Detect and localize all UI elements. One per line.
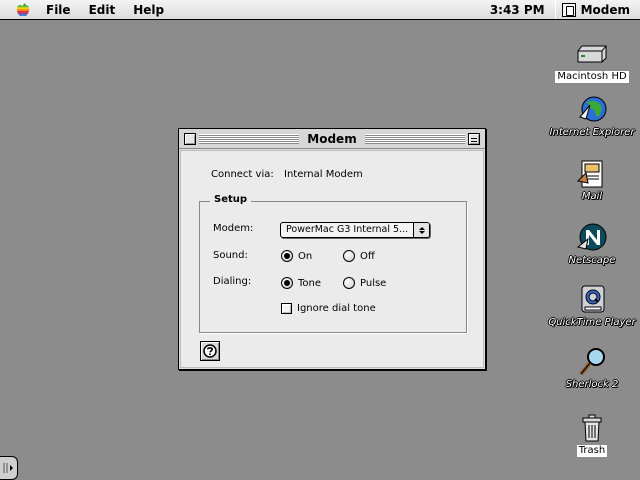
- window-title: Modem: [299, 131, 365, 146]
- connect-via-label: Connect via:: [211, 169, 274, 180]
- hard-drive-icon: [577, 45, 607, 63]
- apple-menu-icon[interactable]: [14, 2, 32, 17]
- sound-off-label: Off: [360, 250, 375, 262]
- help-button[interactable]: [200, 341, 220, 361]
- close-box-button[interactable]: [184, 133, 196, 145]
- menu-bar: File Edit Help 3:43 PM Modem: [0, 0, 640, 20]
- desktop-icon-quicktime-player[interactable]: QuickTime Player: [542, 284, 640, 329]
- netscape-icon: [576, 223, 607, 251]
- desktop-icon-label: Macintosh HD: [555, 71, 629, 83]
- desktop-icon-macintosh-hd[interactable]: Macintosh HD: [542, 38, 640, 83]
- desktop-icon-label: Trash: [576, 445, 608, 457]
- menu-help[interactable]: Help: [131, 3, 166, 17]
- sound-on-radio[interactable]: On: [281, 250, 312, 262]
- application-menu-label: Modem: [580, 2, 630, 17]
- radio-selected-icon: [281, 277, 293, 289]
- globe-icon: [579, 96, 607, 122]
- radio-selected-icon: [281, 250, 293, 262]
- menu-edit[interactable]: Edit: [87, 3, 118, 17]
- menu-clock[interactable]: 3:43 PM: [490, 3, 545, 17]
- setup-group-title: Setup: [210, 194, 252, 205]
- dialing-pulse-label: Pulse: [360, 277, 387, 289]
- modem-popup-menu[interactable]: PowerMac G3 Internal 5...: [280, 222, 430, 238]
- desktop-icon-sherlock-2[interactable]: Sherlock 2: [542, 346, 640, 391]
- window-content: Connect via: Internal Modem Setup Modem:…: [180, 150, 484, 368]
- desktop-icon-label: Netscape: [568, 255, 616, 266]
- window-titlebar[interactable]: Modem: [179, 129, 485, 149]
- sound-on-label: On: [298, 250, 313, 262]
- chevron-updown-icon: [413, 223, 429, 237]
- connect-via-value[interactable]: Internal Modem: [284, 169, 363, 180]
- desktop-icon-trash[interactable]: Trash: [542, 412, 640, 457]
- checkbox-box: [281, 303, 292, 314]
- collapse-box-button[interactable]: [468, 133, 480, 145]
- modem-app-icon: [561, 2, 576, 17]
- dialing-tone-radio[interactable]: Tone: [281, 277, 321, 289]
- ignore-dial-tone-label: Ignore dial tone: [297, 303, 376, 314]
- modem-label: Modem:: [213, 223, 254, 234]
- setup-group: Setup Modem: PowerMac G3 Internal 5... S…: [199, 194, 467, 333]
- desktop-icon-mail[interactable]: Mail: [542, 158, 640, 203]
- help-question-icon: [203, 344, 217, 358]
- sound-off-radio[interactable]: Off: [343, 250, 375, 262]
- radio-unselected-icon: [343, 250, 355, 262]
- menu-file[interactable]: File: [44, 3, 73, 17]
- dialing-pulse-radio[interactable]: Pulse: [343, 277, 386, 289]
- menu-separator: [554, 0, 556, 19]
- dialing-tone-label: Tone: [298, 277, 322, 289]
- desktop-icon-label: QuickTime Player: [548, 317, 636, 328]
- control-strip-tab[interactable]: [0, 456, 18, 480]
- desktop-icon-label: Internet Explorer: [549, 127, 635, 138]
- desktop-icon-label: Sherlock 2: [565, 379, 619, 390]
- radio-unselected-icon: [343, 277, 355, 289]
- sound-label: Sound:: [213, 250, 248, 261]
- control-strip-handle-icon: [3, 463, 13, 473]
- desktop-icon-internet-explorer[interactable]: Internet Explorer: [542, 94, 640, 139]
- modem-window: Modem Connect via: Internal Modem Setup …: [178, 128, 486, 370]
- quicktime-icon: [581, 285, 605, 313]
- modem-popup-value: PowerMac G3 Internal 5...: [286, 224, 409, 235]
- application-menu[interactable]: Modem: [561, 2, 630, 17]
- desktop-icon-label: Mail: [581, 191, 603, 202]
- ignore-dial-tone-checkbox[interactable]: Ignore dial tone: [281, 303, 376, 314]
- dialing-label: Dialing:: [213, 276, 252, 287]
- magnifier-icon: [579, 348, 605, 376]
- mail-icon: [576, 160, 603, 188]
- desktop-icon-netscape[interactable]: Netscape: [542, 222, 640, 267]
- trash-icon: [582, 414, 602, 442]
- connect-via-row: Connect via: Internal Modem: [211, 169, 363, 180]
